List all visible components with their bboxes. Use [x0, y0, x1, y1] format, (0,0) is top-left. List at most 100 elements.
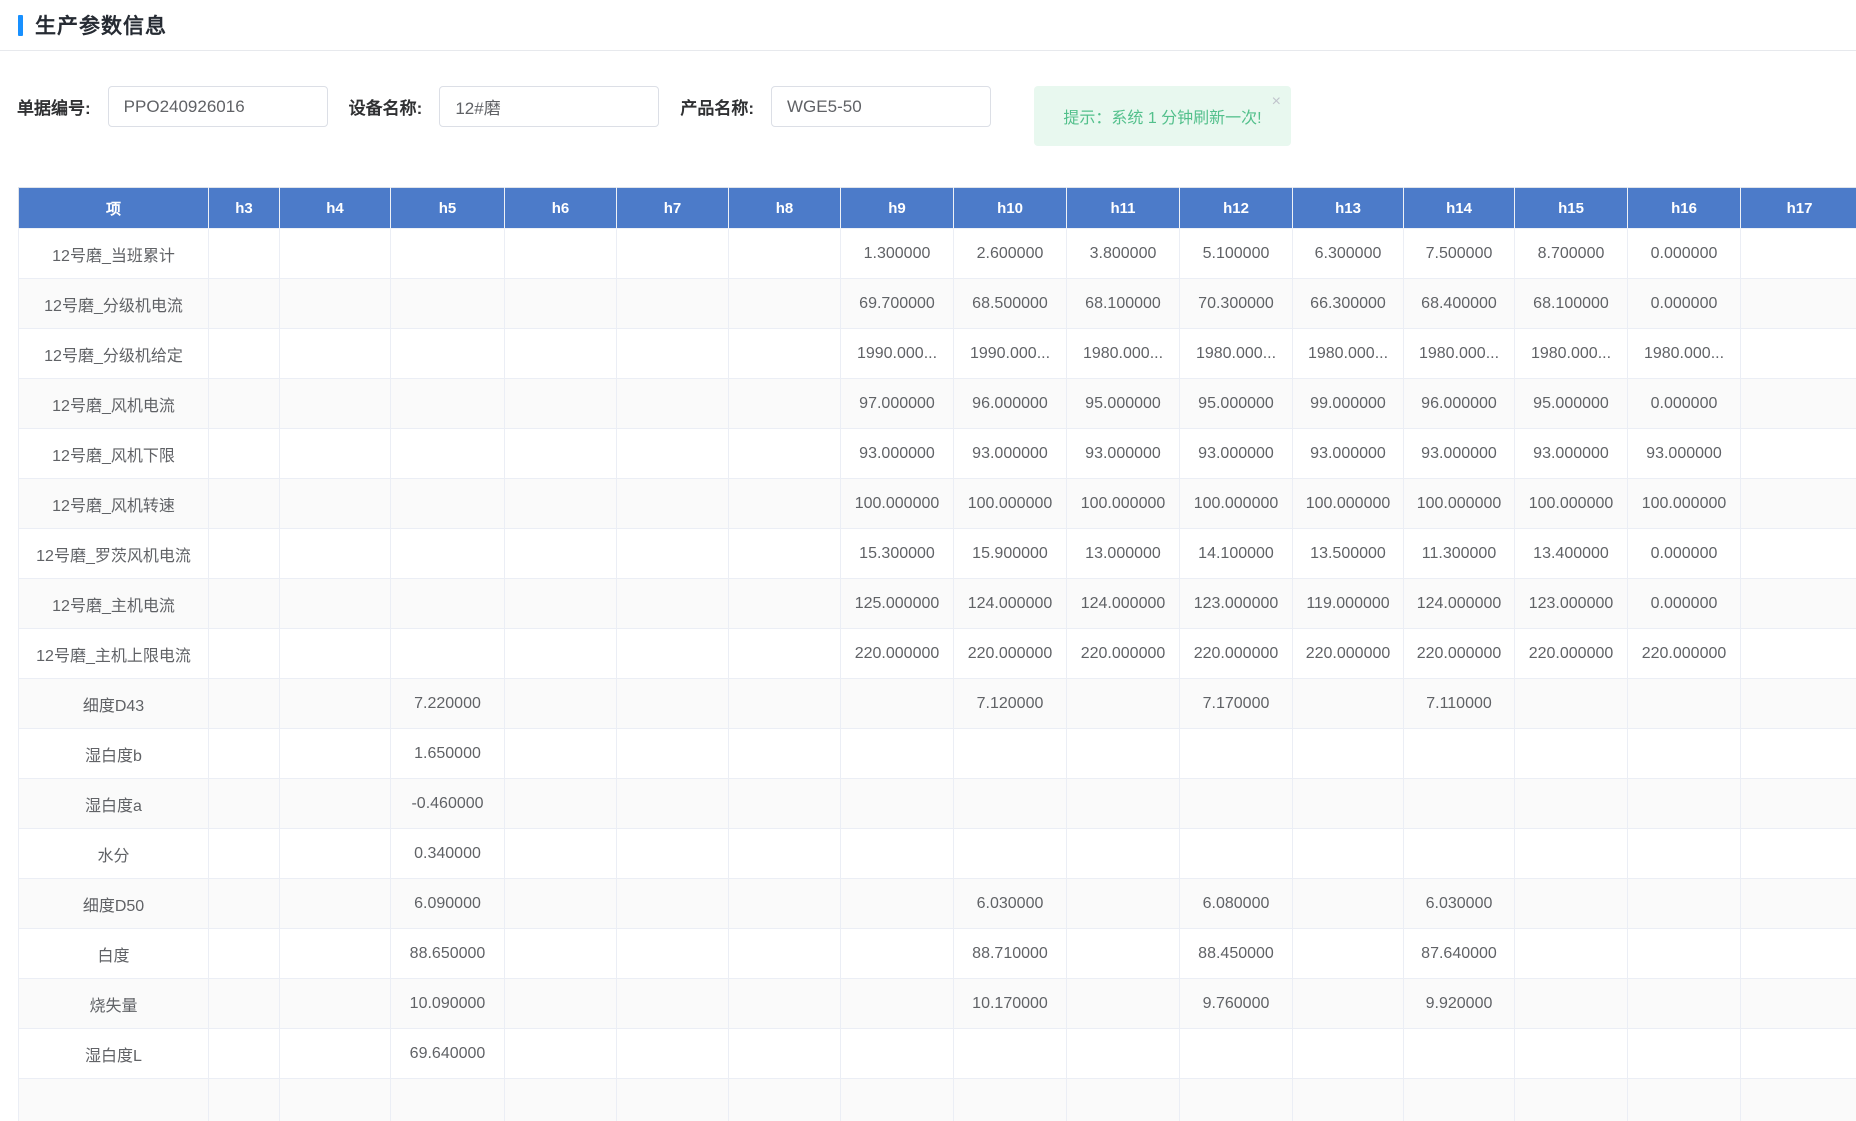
cell-h11: 68.100000 — [1067, 279, 1180, 329]
refresh-alert: 提示：系统 1 分钟刷新一次! × — [1034, 86, 1291, 146]
cell-h13 — [1293, 979, 1404, 1029]
cell-h16 — [1628, 779, 1741, 829]
cell-h10: 93.000000 — [954, 429, 1067, 479]
cell-h6 — [505, 979, 617, 1029]
column-header-h8: h8 — [729, 188, 841, 229]
cell-h14: 100.000000 — [1404, 479, 1515, 529]
cell-h10: 10.170000 — [954, 979, 1067, 1029]
cell-h14: 1980.000... — [1404, 329, 1515, 379]
cell-h4 — [280, 379, 391, 429]
cell-h17 — [1741, 1079, 1856, 1121]
cell-h11 — [1067, 929, 1180, 979]
page-title: 生产参数信息 — [35, 10, 167, 40]
cell-h15 — [1515, 679, 1628, 729]
product-name-input[interactable] — [771, 86, 991, 127]
cell-h4 — [280, 729, 391, 779]
cell-h4 — [280, 529, 391, 579]
cell-h16 — [1628, 729, 1741, 779]
cell-h10: 1990.000... — [954, 329, 1067, 379]
cell-h13 — [1293, 829, 1404, 879]
cell-h9: 100.000000 — [841, 479, 954, 529]
cell-h8 — [729, 729, 841, 779]
cell-h9 — [841, 879, 954, 929]
cell-h10: 220.000000 — [954, 629, 1067, 679]
column-header-h11: h11 — [1067, 188, 1180, 229]
cell-h4 — [280, 1029, 391, 1079]
cell-h10: 68.500000 — [954, 279, 1067, 329]
cell-h8 — [729, 229, 841, 279]
cell-h5: 10.090000 — [391, 979, 505, 1029]
cell-h16 — [1628, 929, 1741, 979]
close-icon[interactable]: × — [1272, 94, 1281, 110]
row-label: 12号磨_风机转速 — [19, 479, 209, 529]
cell-h13: 6.300000 — [1293, 229, 1404, 279]
cell-h4 — [280, 429, 391, 479]
cell-h9 — [841, 679, 954, 729]
table-row: 12号磨_风机电流97.00000096.00000095.00000095.0… — [19, 379, 1856, 429]
row-label: 细度D43 — [19, 679, 209, 729]
cell-h9: 93.000000 — [841, 429, 954, 479]
cell-h7 — [617, 729, 729, 779]
cell-h13: 1980.000... — [1293, 329, 1404, 379]
cell-h3 — [209, 279, 280, 329]
cell-h6 — [505, 379, 617, 429]
cell-h15: 8.700000 — [1515, 229, 1628, 279]
cell-h13: 220.000000 — [1293, 629, 1404, 679]
row-label: 12号磨_主机上限电流 — [19, 629, 209, 679]
cell-h15: 95.000000 — [1515, 379, 1628, 429]
cell-h12: 6.080000 — [1180, 879, 1293, 929]
cell-h17 — [1741, 529, 1856, 579]
cell-h11: 124.000000 — [1067, 579, 1180, 629]
device-name-input[interactable] — [439, 86, 659, 127]
cell-h8 — [729, 679, 841, 729]
cell-h3 — [209, 229, 280, 279]
cell-h16: 0.000000 — [1628, 579, 1741, 629]
cell-h12 — [1180, 779, 1293, 829]
cell-h15 — [1515, 1029, 1628, 1079]
row-label: 白度 — [19, 929, 209, 979]
cell-h8 — [729, 279, 841, 329]
cell-h9: 1.300000 — [841, 229, 954, 279]
cell-h12: 7.170000 — [1180, 679, 1293, 729]
cell-h5: 88.650000 — [391, 929, 505, 979]
column-header-h16: h16 — [1628, 188, 1741, 229]
cell-h12 — [1180, 1079, 1293, 1121]
cell-h16: 0.000000 — [1628, 529, 1741, 579]
cell-h8 — [729, 629, 841, 679]
cell-h14: 220.000000 — [1404, 629, 1515, 679]
device-name-group: 设备名称: — [349, 86, 660, 127]
cell-h12 — [1180, 729, 1293, 779]
cell-h6 — [505, 779, 617, 829]
cell-h17 — [1741, 479, 1856, 529]
cell-h8 — [729, 779, 841, 829]
cell-h10: 88.710000 — [954, 929, 1067, 979]
cell-h3 — [209, 329, 280, 379]
table-row: 细度D506.0900006.0300006.0800006.030000 — [19, 879, 1856, 929]
column-header-h17: h17 — [1741, 188, 1856, 229]
cell-h6 — [505, 929, 617, 979]
cell-h13: 66.300000 — [1293, 279, 1404, 329]
cell-h5 — [391, 629, 505, 679]
cell-h7 — [617, 779, 729, 829]
cell-h11 — [1067, 779, 1180, 829]
cell-h10: 6.030000 — [954, 879, 1067, 929]
cell-h12: 123.000000 — [1180, 579, 1293, 629]
table-row: 湿白度a-0.460000 — [19, 779, 1856, 829]
cell-h15: 123.000000 — [1515, 579, 1628, 629]
order-number-input[interactable] — [108, 86, 328, 127]
cell-h12: 14.100000 — [1180, 529, 1293, 579]
cell-h5 — [391, 429, 505, 479]
cell-h13 — [1293, 779, 1404, 829]
cell-h5 — [391, 229, 505, 279]
cell-h15 — [1515, 829, 1628, 879]
cell-h16 — [1628, 679, 1741, 729]
cell-h3 — [209, 879, 280, 929]
cell-h5: -0.460000 — [391, 779, 505, 829]
cell-h6 — [505, 629, 617, 679]
cell-h13 — [1293, 1079, 1404, 1121]
cell-h17 — [1741, 579, 1856, 629]
cell-h8 — [729, 929, 841, 979]
cell-h6 — [505, 679, 617, 729]
table-row — [19, 1079, 1856, 1121]
row-label: 12号磨_分级机电流 — [19, 279, 209, 329]
